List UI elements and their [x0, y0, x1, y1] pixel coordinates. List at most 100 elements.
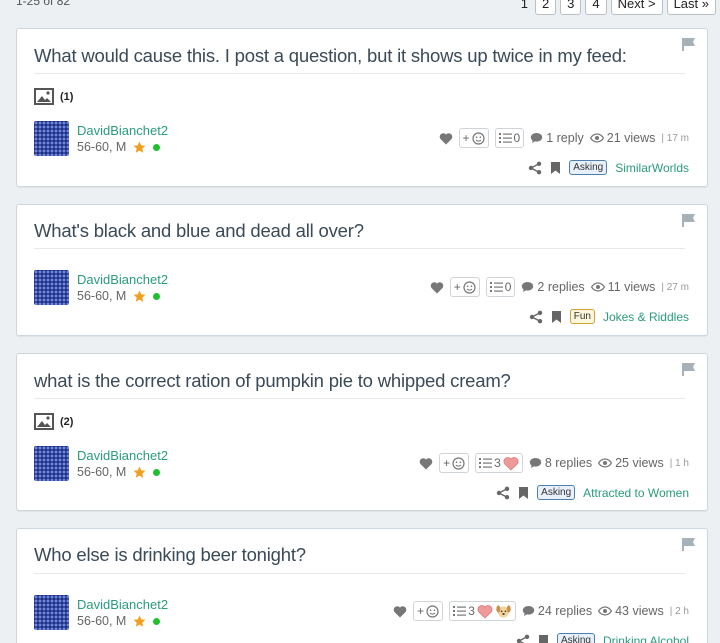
attachment-indicator[interactable]: (2) — [34, 413, 73, 430]
bookmark-icon[interactable] — [518, 486, 529, 500]
post-title[interactable]: What's black and blue and dead all over? — [34, 220, 364, 242]
report-flag-icon[interactable] — [681, 213, 697, 227]
post-stats: + 3 24 replies 43 views | 2 h — [393, 601, 689, 621]
attachment-count: (2) — [60, 415, 74, 428]
image-icon — [34, 413, 54, 430]
user-demographics: 56-60, M — [77, 614, 161, 628]
list-button[interactable]: 3 — [449, 601, 516, 621]
post-card: What's black and blue and dead all over?… — [16, 204, 708, 336]
post-title[interactable]: What would cause this. I post a question… — [34, 45, 627, 67]
list-count: 3 — [494, 456, 501, 470]
eye-icon — [589, 133, 604, 143]
avatar[interactable] — [34, 270, 69, 305]
attachment-indicator[interactable]: (1) — [34, 88, 73, 105]
post-card: Who else is drinking beer tonight? David… — [16, 528, 708, 643]
add-reaction-button[interactable]: + — [458, 128, 489, 148]
share-icon[interactable] — [529, 310, 543, 324]
username-link[interactable]: DavidBianchet2 — [77, 597, 168, 612]
group-link[interactable]: SimilarWorlds — [615, 161, 689, 175]
replies-link[interactable]: 2 replies — [521, 280, 585, 294]
age-gender: 56-60, M — [77, 465, 127, 479]
smiley-icon — [426, 604, 439, 618]
replies-link[interactable]: 8 replies — [529, 456, 592, 470]
heart-icon[interactable] — [430, 281, 444, 294]
avatar[interactable] — [34, 121, 69, 156]
title-divider — [34, 573, 685, 574]
tag-badge[interactable]: Fun — [569, 309, 595, 324]
user-demographics: 56-60, M — [77, 140, 161, 154]
page-1-button[interactable]: 1 — [518, 0, 531, 15]
add-reaction-button[interactable]: + — [413, 601, 444, 621]
online-status-icon — [153, 143, 161, 151]
post-tags: Fun Jokes & Riddles — [529, 309, 689, 324]
title-divider — [34, 248, 685, 249]
tag-badge[interactable]: Asking — [569, 160, 608, 175]
post-tags: Asking Drinking Alcohol — [516, 633, 689, 643]
views-count: 25 views — [598, 456, 664, 470]
comment-icon — [522, 606, 535, 616]
age-gender: 56-60, M — [77, 614, 127, 628]
eye-icon — [598, 458, 613, 468]
avatar[interactable] — [34, 595, 69, 630]
star-icon — [133, 290, 146, 302]
list-icon — [479, 458, 493, 468]
add-reaction-button[interactable]: + — [449, 277, 480, 297]
tag-badge[interactable]: Asking — [537, 485, 576, 500]
heart-emoji-icon — [503, 456, 519, 471]
views-count: 43 views — [598, 604, 664, 618]
report-flag-icon[interactable] — [681, 37, 697, 51]
username-link[interactable]: DavidBianchet2 — [77, 272, 168, 287]
replies-link[interactable]: 1 reply — [530, 131, 584, 145]
username-link[interactable]: DavidBianchet2 — [77, 123, 168, 138]
username-link[interactable]: DavidBianchet2 — [77, 448, 168, 463]
share-icon[interactable] — [516, 634, 530, 643]
age-gender: 56-60, M — [77, 289, 127, 303]
next-page-button[interactable]: Next > — [610, 0, 663, 15]
add-reaction-button[interactable]: + — [439, 453, 470, 473]
last-page-button[interactable]: Last » — [666, 0, 716, 15]
results-range: 1-25 of 82 — [16, 0, 71, 8]
post-stats: + 0 2 replies 11 views | 27 m — [430, 277, 689, 297]
star-icon — [133, 466, 146, 478]
list-button[interactable]: 3 — [475, 453, 523, 473]
post-stats: + 0 1 reply 21 views | 17 m — [439, 128, 689, 148]
bookmark-icon[interactable] — [538, 634, 549, 643]
report-flag-icon[interactable] — [681, 537, 697, 551]
group-link[interactable]: Jokes & Riddles — [603, 310, 689, 324]
group-link[interactable]: Attracted to Women — [583, 486, 689, 500]
replies-link[interactable]: 24 replies — [522, 604, 592, 618]
page-2-button[interactable]: 2 — [534, 0, 557, 15]
page-4-button[interactable]: 4 — [585, 0, 607, 15]
comment-icon — [522, 282, 534, 292]
tag-badge[interactable]: Asking — [556, 633, 595, 643]
eye-icon — [598, 606, 613, 616]
heart-icon[interactable] — [393, 605, 407, 618]
heart-icon[interactable] — [439, 132, 453, 145]
user-demographics: 56-60, M — [77, 289, 161, 303]
post-title[interactable]: Who else is drinking beer tonight? — [34, 544, 306, 566]
post-tags: Asking Attracted to Women — [496, 485, 689, 500]
share-icon[interactable] — [528, 161, 542, 175]
list-button[interactable]: 0 — [494, 128, 525, 148]
post-title[interactable]: what is the correct ration of pumpkin pi… — [34, 370, 511, 392]
heart-icon[interactable] — [419, 457, 433, 470]
online-status-icon — [153, 468, 161, 476]
avatar[interactable] — [34, 446, 69, 481]
share-icon[interactable] — [496, 486, 510, 500]
bookmark-icon[interactable] — [551, 310, 562, 324]
page-3-button[interactable]: 3 — [560, 0, 582, 15]
attachment-count: (1) — [60, 90, 74, 103]
post-age: | 27 m — [661, 281, 689, 293]
bookmark-icon[interactable] — [550, 161, 561, 175]
smiley-icon — [471, 131, 485, 145]
smiley-icon — [452, 456, 465, 470]
group-link[interactable]: Drinking Alcohol — [603, 634, 689, 643]
pager: 1 2 3 4 Next > Last » — [518, 0, 716, 15]
post-card: What would cause this. I post a question… — [16, 28, 708, 187]
views-count: 21 views — [589, 131, 655, 145]
smiley-icon — [463, 280, 476, 294]
comment-icon — [529, 458, 542, 468]
comment-icon — [531, 133, 543, 143]
list-button[interactable]: 0 — [485, 277, 516, 297]
report-flag-icon[interactable] — [681, 362, 697, 376]
